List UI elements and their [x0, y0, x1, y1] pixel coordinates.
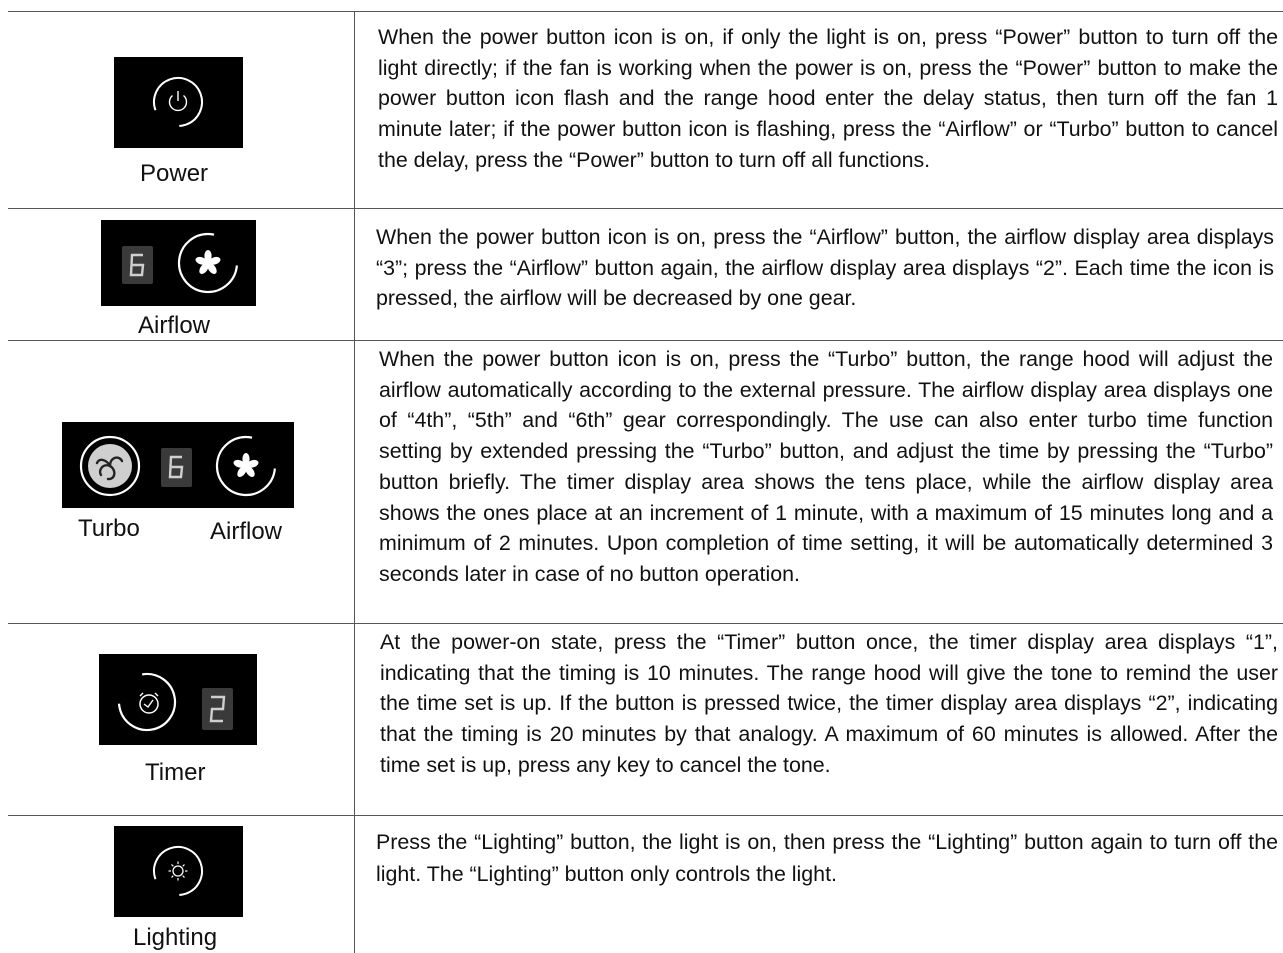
- table-top-rule: [8, 11, 1283, 12]
- lighting-button-panel[interactable]: [114, 826, 243, 917]
- airflow-label-2: Airflow: [210, 518, 283, 545]
- airflow-button-panel[interactable]: [101, 220, 256, 306]
- timer-description: At the power-on state, press the “Timer”…: [380, 630, 1278, 777]
- row-divider: [8, 340, 1283, 341]
- lighting-description: Press the “Lighting” button, the light i…: [376, 830, 1278, 886]
- power-label: Power: [140, 160, 209, 187]
- airflow-description: When the power button icon is on, press …: [376, 225, 1274, 311]
- fan-icon: [177, 232, 239, 294]
- timer-button-panel[interactable]: [99, 654, 257, 745]
- timer-icon: [117, 672, 177, 732]
- lighting-label: Lighting: [133, 924, 218, 951]
- fan-icon: [215, 435, 277, 497]
- timer-label: Timer: [145, 759, 206, 786]
- turbo-digit-display: [161, 448, 192, 487]
- row-divider: [8, 815, 1283, 816]
- column-divider: [354, 11, 355, 953]
- row-divider: [8, 623, 1283, 624]
- turbo-swirl-icon: [79, 435, 141, 497]
- light-bulb-icon: [153, 846, 203, 896]
- turbo-airflow-panel[interactable]: [62, 422, 294, 508]
- timer-digit-display: [202, 688, 233, 730]
- turbo-label: Turbo: [78, 515, 140, 542]
- turbo-description: When the power button icon is on, press …: [379, 347, 1273, 586]
- power-button-panel[interactable]: [114, 57, 243, 148]
- airflow-digit-display: [122, 246, 153, 284]
- power-icon: [153, 77, 203, 127]
- row-divider: [8, 208, 1283, 209]
- airflow-label: Airflow: [138, 312, 211, 339]
- power-description: When the power button icon is on, if onl…: [378, 25, 1278, 172]
